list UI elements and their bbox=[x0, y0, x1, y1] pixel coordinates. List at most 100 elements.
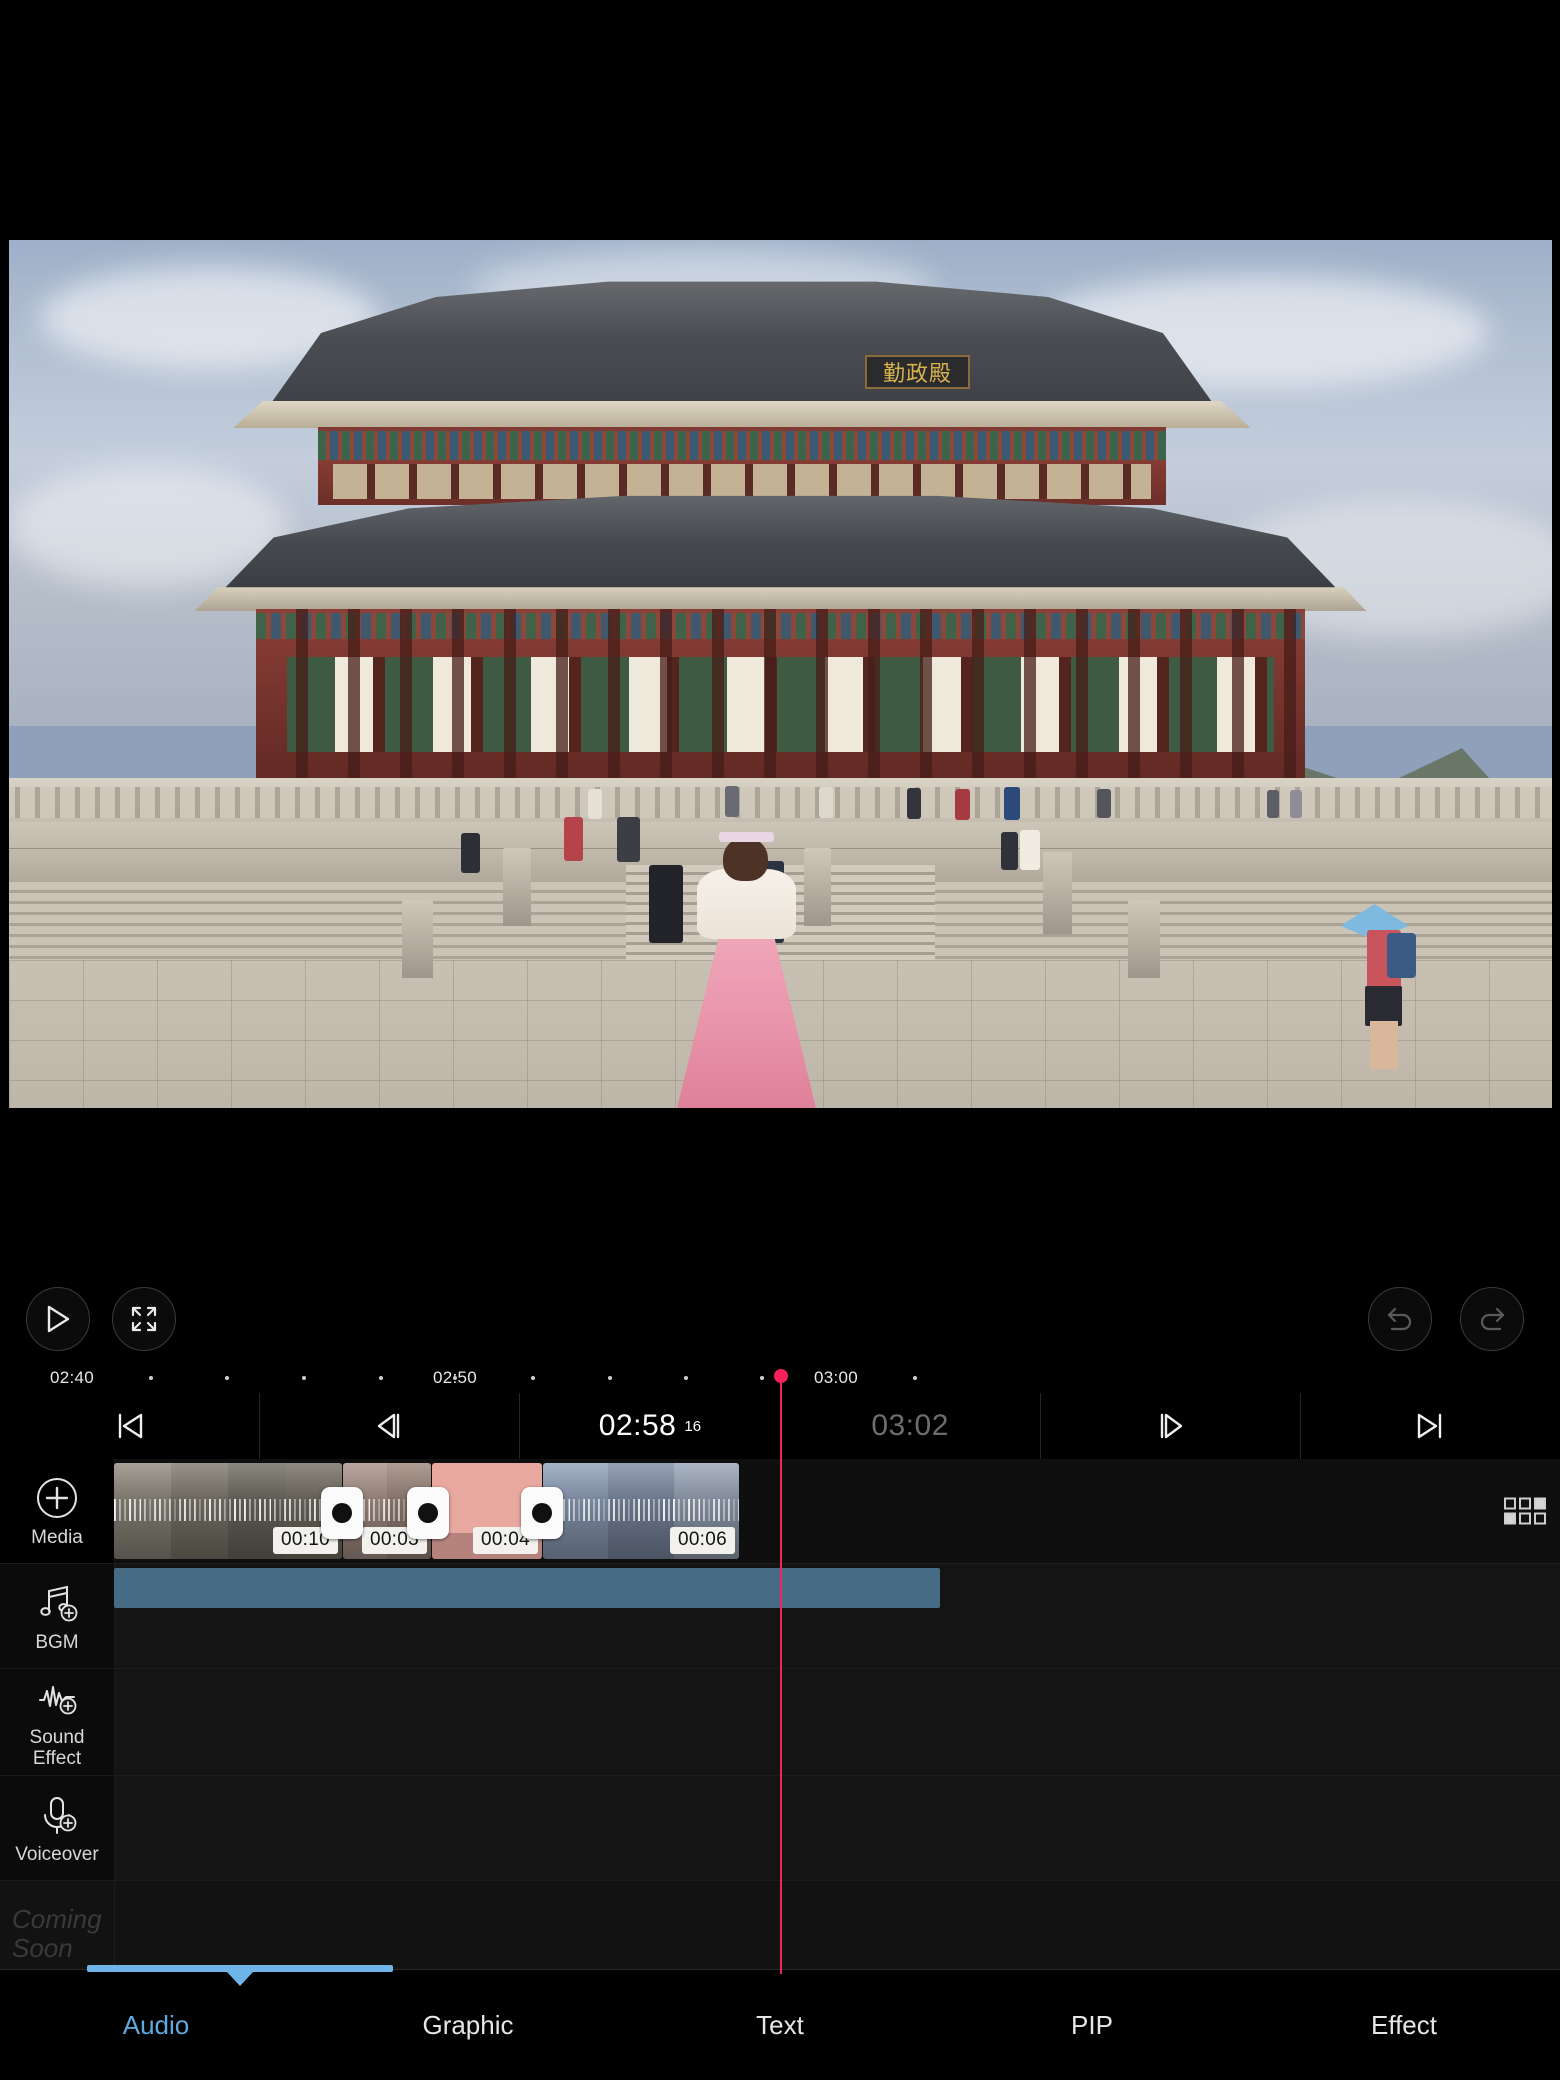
palace-upper-dancheong bbox=[318, 431, 1167, 461]
ruler-tick bbox=[379, 1376, 383, 1380]
ruler-label: 03:00 bbox=[814, 1368, 858, 1388]
person-figure bbox=[588, 789, 602, 819]
transition-button[interactable] bbox=[321, 1487, 363, 1539]
person-figure bbox=[1001, 832, 1018, 870]
transition-button[interactable] bbox=[521, 1487, 563, 1539]
person-figure bbox=[649, 865, 683, 943]
jump-to-end-button[interactable] bbox=[1301, 1393, 1560, 1459]
step-backward-icon bbox=[373, 1409, 407, 1443]
add-voiceover-button[interactable]: Voiceover bbox=[0, 1776, 115, 1880]
skip-to-end-icon bbox=[1413, 1409, 1447, 1443]
play-icon bbox=[45, 1305, 71, 1333]
current-timecode[interactable]: 02:58 16 bbox=[520, 1393, 780, 1459]
tab-text-label: Text bbox=[756, 2010, 804, 2041]
undo-icon bbox=[1384, 1305, 1416, 1333]
clip-duration-label: 00:06 bbox=[670, 1527, 735, 1554]
play-button[interactable] bbox=[26, 1287, 90, 1351]
playback-control-row bbox=[0, 1283, 1560, 1359]
stone-pillar bbox=[1043, 852, 1072, 934]
ruler-tick bbox=[225, 1376, 229, 1380]
track-label-bgm: BGM bbox=[35, 1632, 78, 1653]
step-forward-button[interactable] bbox=[1041, 1393, 1301, 1459]
person-figure bbox=[819, 787, 833, 818]
transition-dot-icon bbox=[332, 1503, 352, 1523]
coming-soon-head: Coming Soon bbox=[0, 1881, 115, 1971]
audio-waveform bbox=[114, 1499, 342, 1521]
add-voiceover-icon bbox=[34, 1792, 80, 1838]
palace-name-plaque: 勤政殿 bbox=[865, 355, 969, 389]
person-figure bbox=[1267, 790, 1279, 818]
coming-soon-label: Coming Soon bbox=[12, 1905, 102, 1963]
step-forward-icon bbox=[1153, 1409, 1187, 1443]
preview-area: 勤政殿 bbox=[0, 0, 1560, 1240]
track-label-media: Media bbox=[31, 1527, 83, 1548]
add-sound-effect-icon bbox=[34, 1675, 80, 1721]
fullscreen-button[interactable] bbox=[112, 1287, 176, 1351]
person-figure bbox=[725, 786, 739, 817]
transition-button[interactable] bbox=[407, 1487, 449, 1539]
palace-lower-roof-rim bbox=[194, 587, 1367, 611]
person-figure bbox=[1290, 790, 1302, 818]
redo-button[interactable] bbox=[1460, 1287, 1524, 1351]
add-sound-effect-button[interactable]: Sound Effect bbox=[0, 1669, 115, 1775]
backpack bbox=[1387, 933, 1416, 978]
add-bgm-button[interactable]: BGM bbox=[0, 1564, 115, 1668]
skip-to-start-icon bbox=[113, 1409, 147, 1443]
ruler-tick bbox=[453, 1376, 457, 1380]
track-label-voiceover: Voiceover bbox=[15, 1844, 98, 1865]
person-figure bbox=[564, 817, 583, 860]
undo-button[interactable] bbox=[1368, 1287, 1432, 1351]
ruler-tick bbox=[608, 1376, 612, 1380]
person-figure bbox=[461, 833, 480, 873]
media-clip[interactable]: 00:10 bbox=[114, 1463, 342, 1559]
coming-soon-line1: Coming bbox=[12, 1904, 102, 1934]
ruler-tick bbox=[913, 1376, 917, 1380]
tab-audio[interactable]: Audio bbox=[0, 1970, 312, 2080]
palace-columns bbox=[256, 609, 1305, 783]
add-music-icon bbox=[34, 1580, 80, 1626]
add-media-button[interactable]: Media bbox=[0, 1459, 115, 1563]
ruler-tick bbox=[760, 1376, 764, 1380]
tab-audio-label: Audio bbox=[123, 2010, 190, 2041]
ruler-tick bbox=[684, 1376, 688, 1380]
bgm-lane[interactable] bbox=[114, 1564, 1560, 1668]
transition-dot-icon bbox=[418, 1503, 438, 1523]
sound-effect-lane[interactable] bbox=[114, 1669, 1560, 1775]
tourist-skirt bbox=[1365, 986, 1402, 1025]
jump-to-start-button[interactable] bbox=[0, 1393, 260, 1459]
step-backward-button[interactable] bbox=[260, 1393, 520, 1459]
media-clip[interactable]: 00:06 bbox=[543, 1463, 739, 1559]
tab-graphic[interactable]: Graphic bbox=[312, 1970, 624, 2080]
track-label-sound-effect: Sound Effect bbox=[30, 1727, 85, 1769]
stone-pillar bbox=[503, 848, 531, 926]
tab-text[interactable]: Text bbox=[624, 1970, 936, 2080]
grid-layout-icon[interactable] bbox=[1504, 1498, 1546, 1525]
track-label-sound-effect-line2: Effect bbox=[33, 1748, 81, 1769]
total-duration: 03:02 bbox=[781, 1393, 1041, 1459]
palace-upper-windows bbox=[333, 464, 1151, 499]
voiceover-lane[interactable] bbox=[114, 1776, 1560, 1880]
tab-pip[interactable]: PIP bbox=[936, 1970, 1248, 2080]
tab-effect-label: Effect bbox=[1371, 2010, 1437, 2041]
stone-pillar bbox=[1128, 900, 1160, 978]
person-figure bbox=[1097, 789, 1111, 819]
person-figure bbox=[1004, 787, 1019, 820]
person-figure bbox=[955, 789, 970, 820]
ruler-tick bbox=[531, 1376, 535, 1380]
tab-graphic-label: Graphic bbox=[422, 2010, 513, 2041]
stone-pillar bbox=[804, 848, 832, 926]
current-time-value: 02:58 bbox=[599, 1409, 677, 1443]
video-preview[interactable]: 勤政殿 bbox=[9, 240, 1552, 1108]
redo-icon bbox=[1476, 1305, 1508, 1333]
tourist-legs bbox=[1370, 1021, 1398, 1069]
tab-pip-label: PIP bbox=[1071, 2010, 1113, 2041]
person-figure bbox=[1020, 830, 1040, 870]
media-lane[interactable]: 00:1000:0300:0400:06 bbox=[114, 1459, 1560, 1563]
tab-effect[interactable]: Effect bbox=[1248, 1970, 1560, 2080]
bgm-clip[interactable] bbox=[114, 1568, 940, 1608]
video-editor-app: 勤政殿 bbox=[0, 0, 1560, 2080]
ruler-label: 02:40 bbox=[50, 1368, 94, 1388]
playhead-line bbox=[780, 1376, 782, 1974]
bottom-tab-bar: Audio Graphic Text PIP Effect bbox=[0, 1969, 1560, 2080]
add-media-icon bbox=[34, 1475, 80, 1521]
